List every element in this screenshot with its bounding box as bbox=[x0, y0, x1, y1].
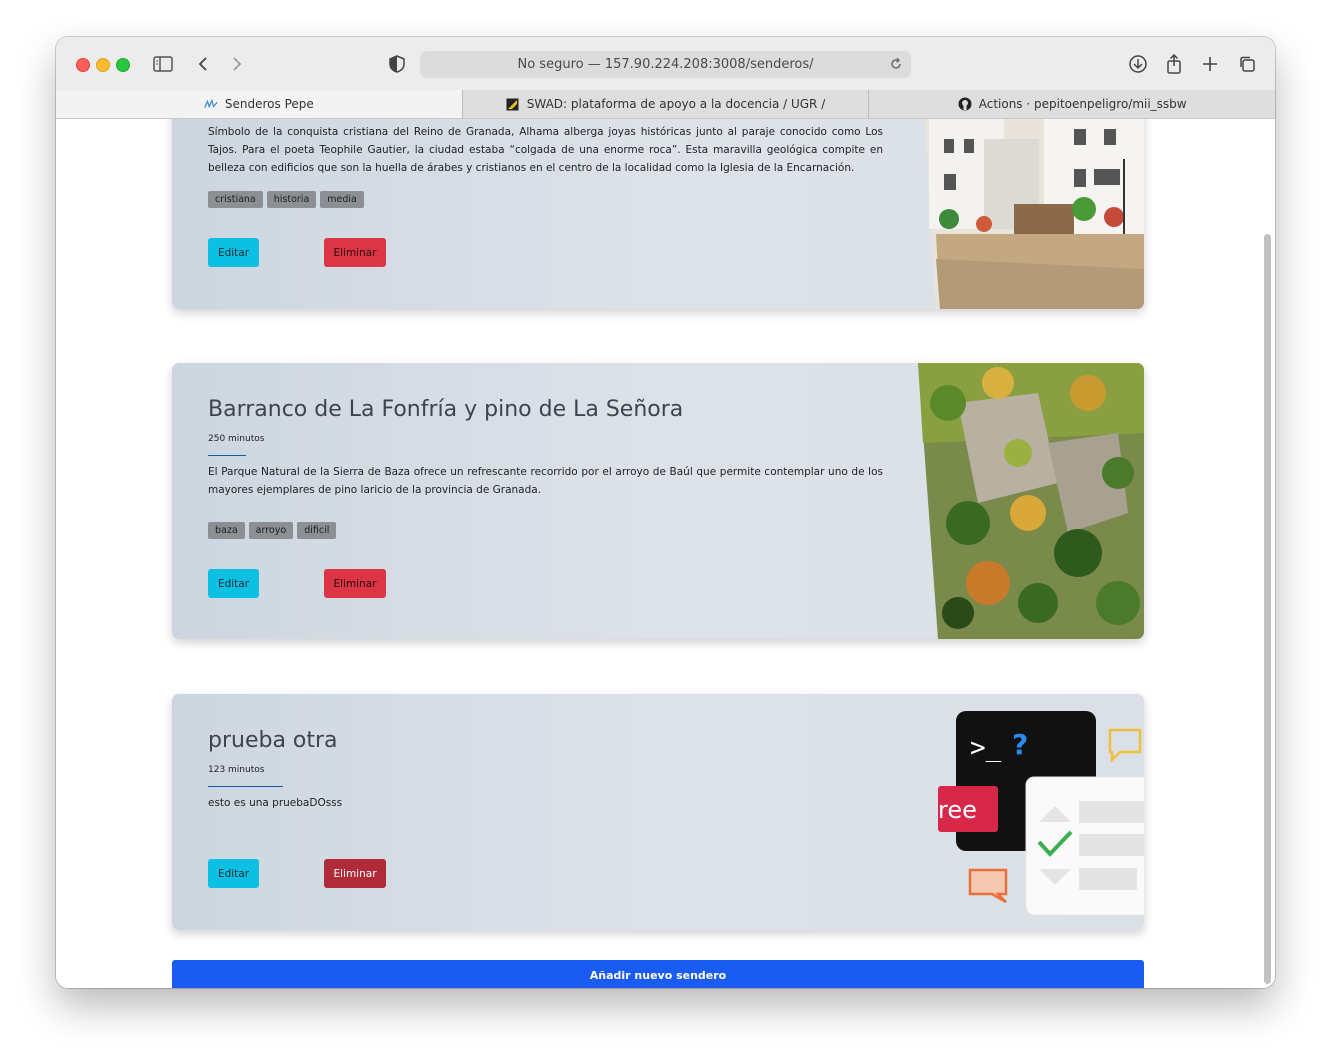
github-icon bbox=[958, 97, 972, 111]
terminal-illustration: >_ ? ree bbox=[938, 711, 1144, 916]
url-text: No seguro — 157.90.224.208:3008/senderos… bbox=[517, 57, 814, 72]
tag-list: cristiana historia media bbox=[208, 191, 364, 208]
question-mark: ? bbox=[1012, 728, 1028, 761]
divider bbox=[208, 786, 283, 787]
tag[interactable]: cristiana bbox=[208, 191, 263, 208]
tag[interactable]: baza bbox=[208, 522, 245, 539]
trail-duration: 250 minutos bbox=[208, 434, 265, 444]
divider bbox=[208, 455, 246, 456]
sidebar-icon[interactable] bbox=[152, 53, 174, 75]
reload-icon[interactable] bbox=[889, 57, 903, 75]
trail-description: esto es una pruebaDOsss bbox=[208, 797, 343, 809]
senderos-logo-icon bbox=[204, 97, 218, 111]
terminal-prompt: >_ bbox=[970, 733, 1002, 763]
tab-label: Senderos Pepe bbox=[224, 97, 314, 111]
minimize-window-button[interactable] bbox=[96, 58, 110, 72]
tab-senderos[interactable]: Senderos Pepe bbox=[56, 90, 462, 118]
browser-window: No seguro — 157.90.224.208:3008/senderos… bbox=[56, 37, 1275, 988]
delete-button[interactable]: Eliminar bbox=[324, 238, 386, 267]
browser-toolbar: No seguro — 157.90.224.208:3008/senderos… bbox=[56, 37, 1275, 91]
delete-button[interactable]: Eliminar bbox=[324, 569, 386, 598]
edit-button[interactable]: Editar bbox=[208, 238, 259, 267]
trail-description: El Parque Natural de la Sierra de Baza o… bbox=[208, 466, 883, 496]
badge-text: ree bbox=[938, 796, 977, 824]
downloads-icon[interactable] bbox=[1127, 53, 1149, 75]
back-icon[interactable] bbox=[192, 53, 214, 75]
forest-ravine-photo bbox=[918, 363, 1144, 639]
trail-duration: 123 minutos bbox=[208, 765, 265, 775]
village-street-photo bbox=[925, 119, 1144, 309]
scrollbar[interactable] bbox=[1264, 234, 1271, 984]
trail-card: Símbolo de la conquista cristiana del Re… bbox=[172, 119, 1144, 309]
page-content: Símbolo de la conquista cristiana del Re… bbox=[56, 119, 1275, 988]
tag[interactable]: historia bbox=[266, 191, 317, 208]
share-icon[interactable] bbox=[1163, 53, 1185, 75]
swad-logo-icon bbox=[506, 97, 520, 111]
tab-bar: Senderos Pepe SWAD: plataforma de apoyo … bbox=[56, 90, 1275, 119]
tag[interactable]: media bbox=[320, 191, 364, 208]
forward-icon[interactable] bbox=[226, 53, 248, 75]
address-bar[interactable]: No seguro — 157.90.224.208:3008/senderos… bbox=[420, 51, 911, 78]
trail-card: Barranco de La Fonfría y pino de La Seño… bbox=[172, 363, 1144, 639]
new-tab-icon[interactable] bbox=[1199, 53, 1221, 75]
close-window-button[interactable] bbox=[76, 58, 90, 72]
tab-github-actions[interactable]: Actions · pepitoenpeligro/mii_ssbw bbox=[868, 90, 1275, 118]
edit-button[interactable]: Editar bbox=[208, 569, 259, 598]
tab-swad[interactable]: SWAD: plataforma de apoyo a la docencia … bbox=[461, 90, 869, 118]
tab-overview-icon[interactable] bbox=[1236, 53, 1258, 75]
edit-button[interactable]: Editar bbox=[208, 859, 259, 888]
trail-title: Barranco de La Fonfría y pino de La Seño… bbox=[208, 397, 684, 422]
privacy-shield-icon[interactable] bbox=[386, 53, 408, 75]
add-trail-button[interactable]: Añadir nuevo sendero bbox=[172, 960, 1144, 988]
trail-title: prueba otra bbox=[208, 728, 338, 753]
trail-description: Símbolo de la conquista cristiana del Re… bbox=[208, 126, 883, 174]
zoom-window-button[interactable] bbox=[116, 58, 130, 72]
trail-card: >_ ? ree prueba otra 123 minutos esto es… bbox=[172, 694, 1144, 930]
tag[interactable]: arroyo bbox=[248, 522, 294, 539]
tab-label: SWAD: plataforma de apoyo a la docencia … bbox=[526, 97, 826, 111]
tag-list: baza arroyo dificil bbox=[208, 522, 337, 539]
tag[interactable]: dificil bbox=[297, 522, 337, 539]
delete-button[interactable]: Eliminar bbox=[324, 859, 386, 888]
tab-label: Actions · pepitoenpeligro/mii_ssbw bbox=[978, 97, 1187, 111]
